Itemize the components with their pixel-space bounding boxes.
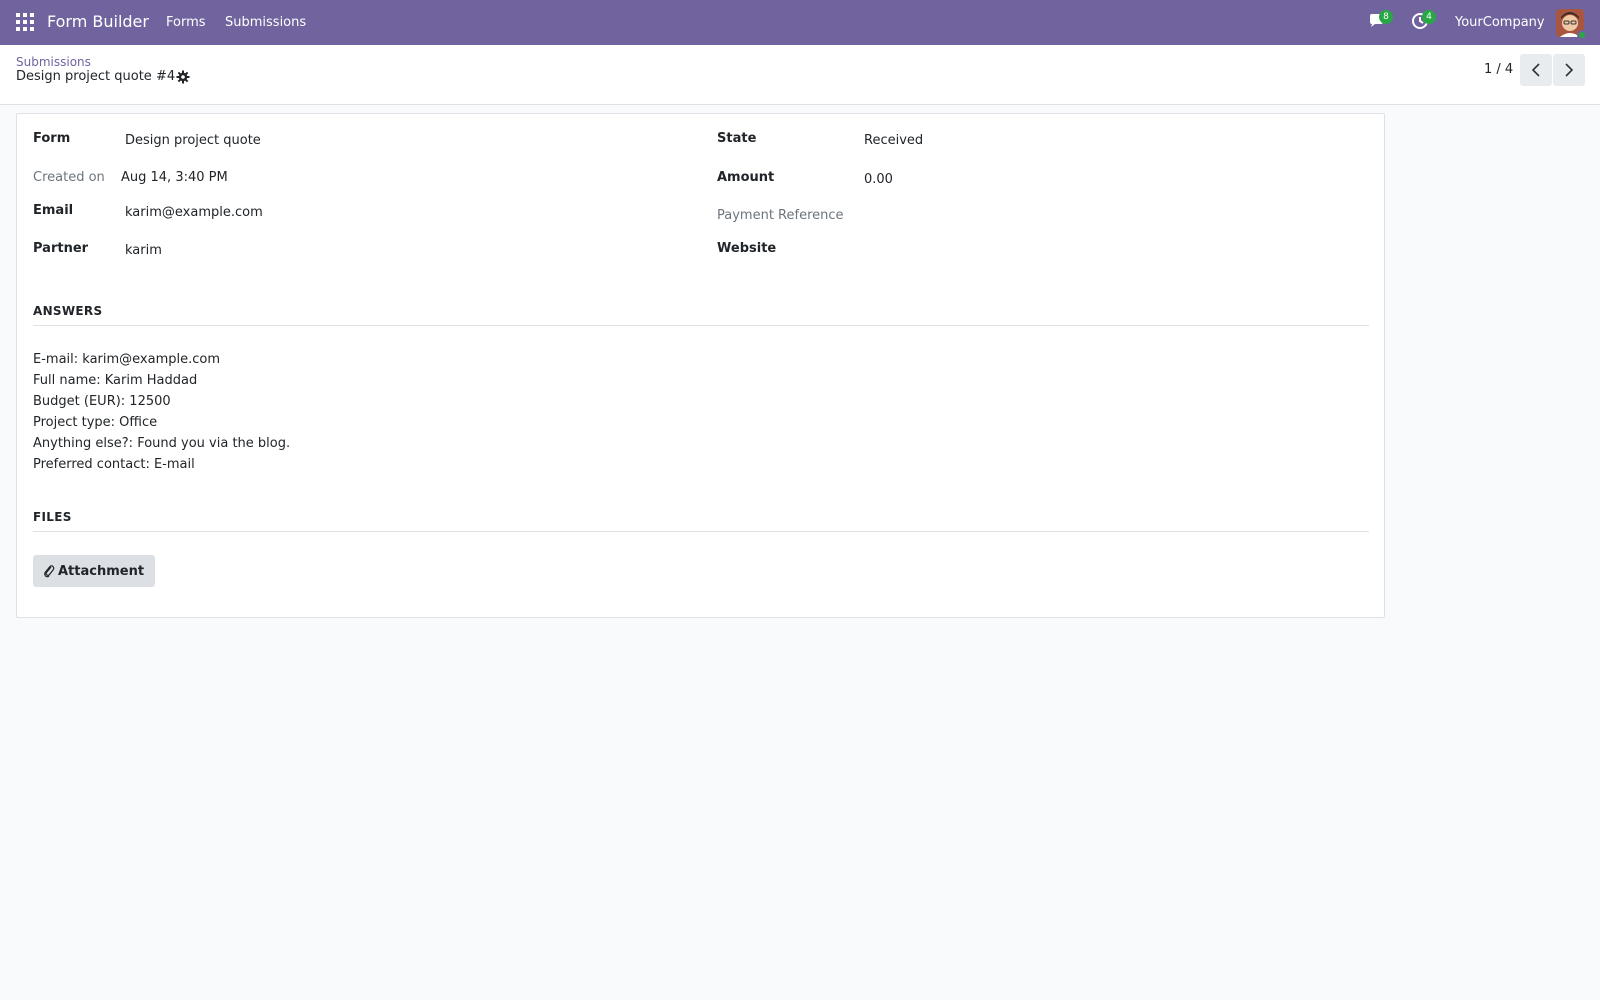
- user-avatar[interactable]: [1556, 9, 1587, 40]
- amount-value[interactable]: 0.00: [864, 172, 893, 187]
- breadcrumb-current: Design project quote #4: [16, 69, 176, 84]
- gear-icon[interactable]: [176, 70, 190, 84]
- partner-label: Partner: [33, 241, 89, 256]
- online-status-dot: [1577, 30, 1587, 40]
- menu-submissions[interactable]: Submissions: [225, 15, 306, 30]
- email-value[interactable]: karim@example.com: [125, 205, 263, 220]
- apps-grid-icon[interactable]: [16, 13, 36, 33]
- answers-divider: [33, 325, 1369, 326]
- payment-reference-label: Payment Reference: [717, 208, 844, 223]
- amount-label: Amount: [717, 170, 775, 185]
- state-value[interactable]: Received: [864, 133, 923, 148]
- answer-line: Anything else?: Found you via the blog.: [33, 436, 291, 451]
- form-label: Form: [33, 131, 71, 146]
- chevron-right-icon: [1565, 63, 1574, 77]
- answer-line: Preferred contact: E-mail: [33, 457, 195, 472]
- pager-previous-button[interactable]: [1520, 54, 1552, 86]
- control-panel: Submissions Design project quote #4 1 / …: [0, 45, 1600, 105]
- breadcrumb-submissions[interactable]: Submissions: [16, 55, 91, 69]
- company-switcher[interactable]: YourCompany: [1455, 15, 1545, 30]
- created-on-label: Created on: [33, 170, 105, 185]
- form-value[interactable]: Design project quote: [125, 133, 261, 148]
- answer-line: Budget (EUR): 12500: [33, 394, 171, 409]
- created-on-value: Aug 14, 3:40 PM: [121, 170, 228, 185]
- website-label: Website: [717, 241, 777, 256]
- files-section-title: FILES: [33, 510, 72, 524]
- activities-count-badge: 4: [1422, 10, 1436, 24]
- top-navbar: Form Builder Forms Submissions 8 4 YourC…: [0, 0, 1600, 45]
- menu-forms[interactable]: Forms: [166, 15, 206, 30]
- form-sheet: Form Design project quote Created on Aug…: [16, 113, 1385, 618]
- files-divider: [33, 531, 1369, 532]
- pager-value[interactable]: 1 / 4: [1484, 62, 1513, 77]
- chevron-left-icon: [1531, 63, 1540, 77]
- answer-line: Full name: Karim Haddad: [33, 373, 198, 388]
- attachment-button[interactable]: Attachment: [33, 555, 156, 587]
- email-label: Email: [33, 203, 74, 218]
- messages-button[interactable]: 8: [1368, 10, 1393, 32]
- partner-value[interactable]: karim: [125, 243, 162, 258]
- state-label: State: [717, 131, 757, 146]
- answer-line: Project type: Office: [33, 415, 158, 430]
- activities-button[interactable]: 4: [1411, 10, 1436, 32]
- messages-count-badge: 8: [1379, 10, 1393, 24]
- answers-section-title: ANSWERS: [33, 304, 103, 318]
- attachment-label: Attachment: [58, 563, 145, 579]
- answers-list: E-mail: karim@example.com Full name: Kar…: [33, 349, 290, 475]
- answer-line: E-mail: karim@example.com: [33, 352, 221, 367]
- paperclip-icon: [44, 565, 55, 578]
- app-brand[interactable]: Form Builder: [47, 12, 149, 31]
- pager-next-button[interactable]: [1553, 54, 1585, 86]
